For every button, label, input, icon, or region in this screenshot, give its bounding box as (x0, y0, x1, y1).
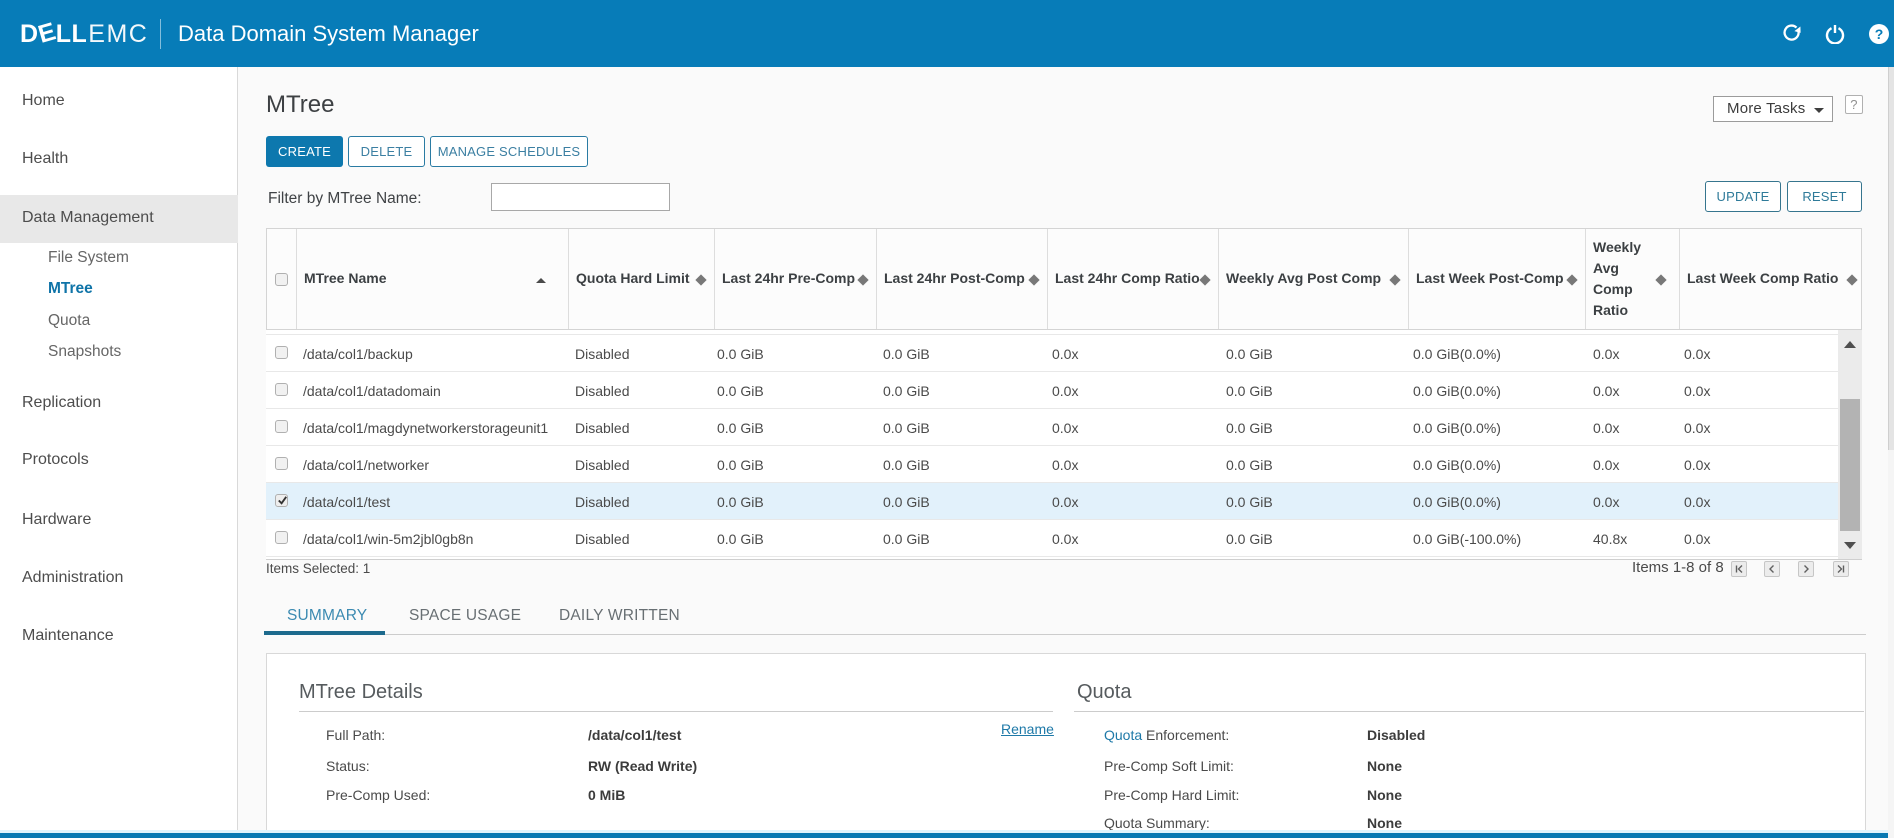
svg-text:?: ? (1875, 26, 1884, 42)
